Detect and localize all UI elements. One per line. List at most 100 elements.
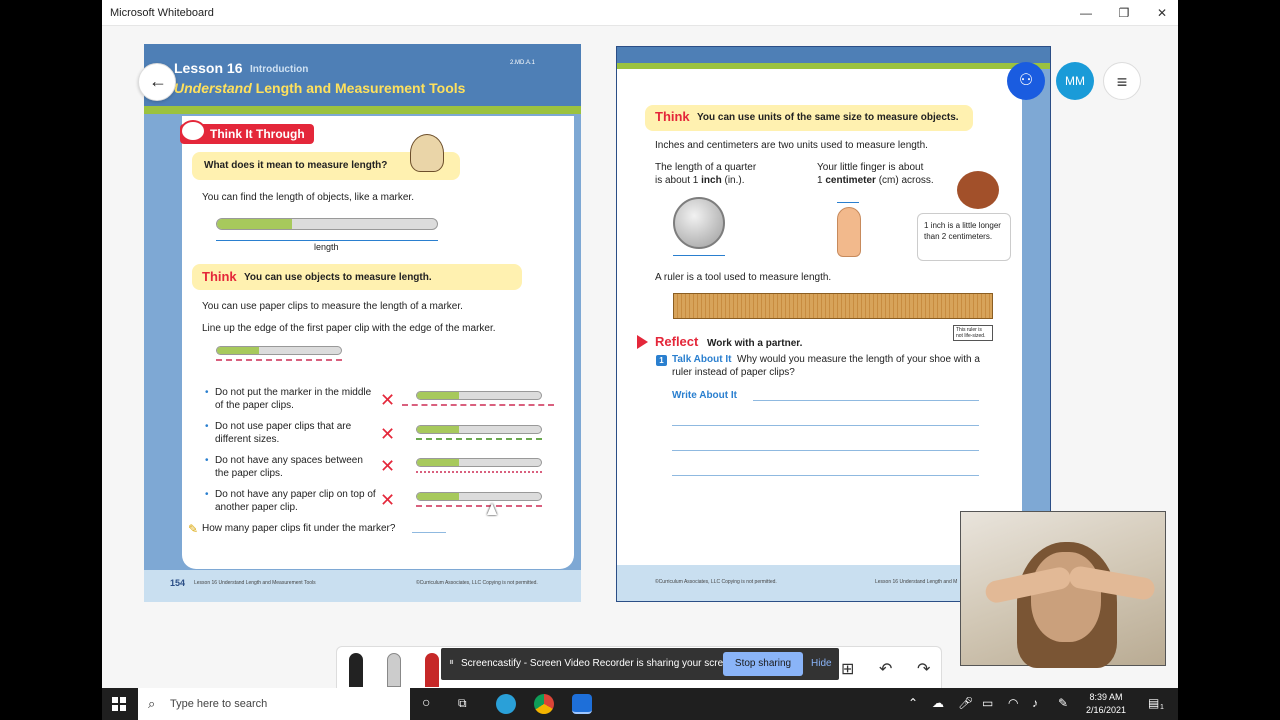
footer-copyright: ©Curriculum Associates, LLC Copying is n…	[416, 580, 538, 586]
letterbox-right	[1178, 0, 1280, 720]
webcam-overlay	[960, 511, 1166, 668]
marker-intro-text: You can find the length of objects, like…	[202, 192, 414, 203]
think-text: You can use objects to measure length.	[244, 272, 432, 283]
answer-blank	[412, 532, 446, 533]
moose-character-icon	[957, 171, 999, 209]
finger-icon	[837, 207, 861, 257]
think-text: You can use units of the same size to me…	[697, 112, 959, 123]
mouse-cursor-icon	[487, 503, 497, 515]
maximize-button[interactable]: ❐	[1106, 3, 1142, 23]
system-clock[interactable]: 8:39 AM 2/16/2021	[1076, 691, 1136, 717]
onedrive-icon[interactable]: ☁	[932, 696, 944, 710]
taskbar-search[interactable]: ⌕ Type here to search	[138, 688, 410, 720]
centimeter-arrow	[837, 202, 859, 203]
x-mark-icon: ✕	[380, 390, 396, 410]
windows-taskbar: ⌕ Type here to search ○ ⧉ ⌃ ☁ 🎤︎ ▭ ◠ ♪ ✎…	[102, 688, 1178, 720]
lesson-header: Lesson 16 Introduction 2.MD.A.1 Understa…	[144, 44, 581, 114]
example-marker	[416, 425, 542, 434]
left-page-footer: 154 Lesson 16 Understand Length and Meas…	[144, 570, 581, 602]
minimize-button[interactable]: —	[1068, 3, 1104, 23]
paper-clip-row	[216, 359, 342, 363]
writing-line[interactable]	[753, 400, 979, 401]
standard-code: 2.MD.A.1	[510, 60, 536, 66]
pencil-icon: ✎	[188, 522, 199, 536]
screencastify-sharing-bar: ⏸ Screencastify - Screen Video Recorder …	[441, 648, 839, 680]
quarter-line-1: The length of a quarter	[655, 162, 757, 173]
notification-icon[interactable]: ▤	[1148, 696, 1159, 710]
search-placeholder: Type here to search	[170, 698, 268, 710]
marker-illustration	[216, 218, 438, 230]
quarter-line-2: is about 1 inch (in.).	[655, 175, 745, 186]
black-pen-tool[interactable]	[349, 653, 363, 687]
writing-line[interactable]	[672, 425, 979, 426]
rule-bullet-2: Do not use paper clips that are differen…	[205, 420, 377, 446]
dog-character-icon	[410, 134, 444, 172]
reflect-arrow-icon	[637, 335, 648, 349]
red-pen-tool[interactable]	[425, 653, 439, 687]
ruler-text: A ruler is a tool used to measure length…	[655, 272, 832, 283]
rule-bullet-3: Do not have any spaces between the paper…	[205, 454, 377, 480]
not-life-size-note: This ruler is not life-sized.	[953, 325, 993, 341]
clock-time: 8:39 AM	[1089, 692, 1123, 702]
length-label: length	[314, 242, 339, 252]
think-heading: Think	[202, 269, 237, 284]
lesson-type: Introduction	[250, 64, 309, 75]
finger-line-1: Your little finger is about	[817, 162, 924, 173]
finger-line-2: 1 centimeter (cm) across.	[817, 175, 934, 186]
example-clips	[402, 404, 554, 408]
presenter-face	[1031, 552, 1101, 642]
chrome-icon[interactable]	[534, 694, 554, 714]
write-about-it-label: Write About It	[672, 390, 737, 401]
microphone-icon[interactable]: 🎤︎	[958, 696, 973, 710]
lesson-number: Lesson 16	[174, 60, 243, 76]
notification-count: 1	[1160, 704, 1164, 711]
x-mark-icon: ✕	[380, 490, 396, 510]
line-up-text: Line up the edge of the first paper clip…	[202, 323, 496, 334]
hide-button[interactable]: Hide	[811, 658, 832, 669]
cortana-icon[interactable]: ○	[422, 694, 430, 710]
windows-start-icon[interactable]	[112, 697, 126, 711]
inch-cm-note: 1 inch is a little longer than 2 centime…	[917, 213, 1011, 261]
volume-icon[interactable]: ♪	[1032, 696, 1038, 710]
writing-line[interactable]	[672, 450, 979, 451]
example-marker	[416, 458, 542, 467]
battery-icon[interactable]: ▭	[982, 696, 993, 710]
footer-lesson: Lesson 16 Understand Length and M	[875, 579, 958, 585]
redo-icon[interactable]: ↷	[917, 659, 930, 679]
left-worksheet-page[interactable]: Lesson 16 Introduction 2.MD.A.1 Understa…	[144, 44, 581, 602]
edge-browser-icon[interactable]	[496, 694, 516, 714]
undo-icon[interactable]: ↶	[879, 659, 892, 679]
pause-icon: ⏸	[449, 657, 454, 668]
task-view-icon[interactable]: ⧉	[458, 696, 467, 711]
example-clips	[416, 505, 542, 509]
pencil-tool[interactable]	[387, 653, 401, 687]
rule-bullet-4: Do not have any paper clip on top of ano…	[205, 488, 377, 514]
clock-date: 2/16/2021	[1085, 705, 1127, 715]
menu-button[interactable]: ≡	[1103, 62, 1141, 100]
writing-line[interactable]	[672, 475, 979, 476]
user-avatar[interactable]: MM	[1056, 62, 1094, 100]
pen-workspace-icon[interactable]: ✎	[1058, 696, 1068, 710]
think-heading: Think	[655, 109, 690, 124]
example-clips	[416, 471, 542, 475]
quarter-coin-icon	[673, 197, 725, 249]
ruler-illustration	[673, 293, 993, 319]
add-icon[interactable]: ⊞	[841, 659, 854, 679]
example-marker	[416, 391, 542, 400]
item-number-badge: 1	[656, 355, 667, 366]
letterbox-left	[0, 0, 102, 720]
menu-icon: ≡	[1116, 72, 1128, 92]
stop-sharing-button[interactable]: Stop sharing	[723, 652, 803, 676]
back-button[interactable]: ←	[138, 63, 176, 101]
whiteboard-app-icon[interactable]	[572, 694, 592, 714]
example-clips	[416, 438, 542, 442]
close-button[interactable]: ✕	[1144, 3, 1178, 23]
wifi-icon[interactable]: ◠	[1008, 696, 1018, 710]
invite-button[interactable]: ⚇	[1007, 62, 1045, 100]
add-person-icon: ⚇	[1018, 72, 1034, 89]
chevron-up-icon[interactable]: ⌃	[908, 696, 918, 710]
reflect-heading: Reflect	[655, 334, 699, 349]
sharing-message: Screencastify - Screen Video Recorder is…	[461, 658, 738, 669]
inch-arrow	[673, 255, 725, 256]
units-intro: Inches and centimeters are two units use…	[655, 140, 928, 151]
